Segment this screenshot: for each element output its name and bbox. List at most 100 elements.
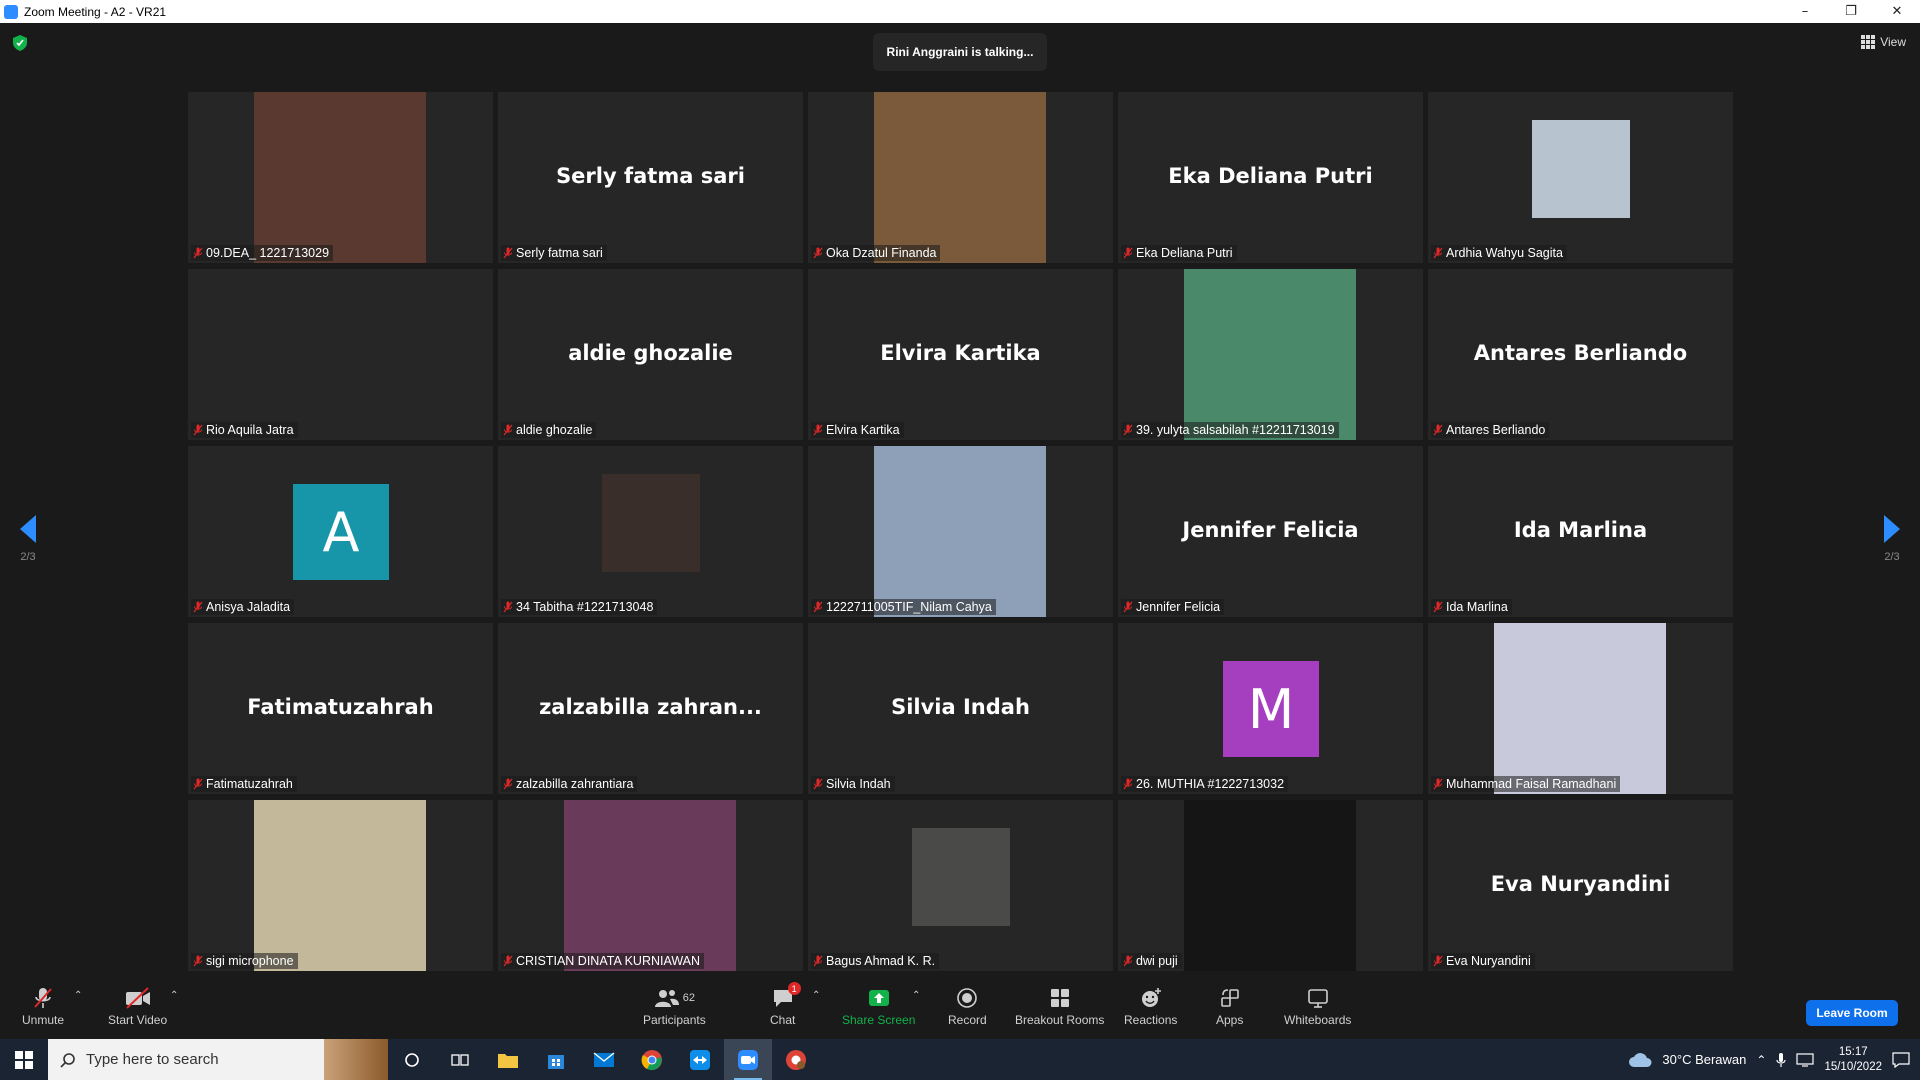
muted-microphone-icon [34, 988, 52, 1008]
weather-text[interactable]: 30°C Berawan [1662, 1052, 1746, 1067]
participant-tile[interactable]: Antares Berliando Antares Berliando [1428, 269, 1733, 440]
participant-name: aldie ghozalie [516, 423, 593, 437]
participant-tile[interactable]: 09.DEA_ 1221713029 [188, 92, 493, 263]
participant-name-label: CRISTIAN DINATA KURNIAWAN [501, 953, 705, 969]
breakout-rooms-button[interactable]: Breakout Rooms [1015, 986, 1104, 1027]
encryption-shield-icon[interactable] [13, 35, 27, 51]
close-button[interactable]: ✕ [1874, 0, 1920, 23]
participant-tile[interactable]: Ida Marlina Ida Marlina [1428, 446, 1733, 617]
muted-mic-icon [193, 778, 203, 790]
participant-tile[interactable]: CRISTIAN DINATA KURNIAWAN [498, 800, 803, 971]
view-button[interactable]: View [1861, 35, 1906, 49]
unmute-label: Unmute [22, 1013, 65, 1027]
zoom-app-icon [4, 4, 18, 19]
start-button[interactable] [0, 1039, 48, 1080]
muted-mic-icon [193, 955, 203, 967]
participant-tile[interactable]: Serly fatma sari Serly fatma sari [498, 92, 803, 263]
share-options-caret-icon[interactable]: ⌃ [912, 990, 920, 1001]
chat-label: Chat [770, 1013, 796, 1027]
mail-taskbar-icon[interactable] [580, 1039, 628, 1080]
participant-tile[interactable]: Eka Deliana Putri Eka Deliana Putri [1118, 92, 1423, 263]
participant-name: Eva Nuryandini [1446, 954, 1531, 968]
whiteboards-button[interactable]: Whiteboards [1284, 986, 1351, 1027]
next-page-button[interactable]: 2/3 [1872, 515, 1912, 563]
apps-button[interactable]: Apps [1216, 986, 1243, 1027]
audio-options-caret-icon[interactable]: ⌃ [74, 990, 82, 1001]
participant-tile[interactable]: zalzabilla zahran... zalzabilla zahrantia… [498, 623, 803, 794]
video-options-caret-icon[interactable]: ⌃ [170, 990, 178, 1001]
participant-name: Ardhia Wahyu Sagita [1446, 246, 1563, 260]
zoom-taskbar-icon[interactable] [724, 1039, 772, 1080]
participant-tile[interactable]: dwi puji [1118, 800, 1423, 971]
leave-room-button[interactable]: Leave Room [1806, 1000, 1898, 1026]
participant-name: 1222711005TIF_Nilam Cahya [826, 600, 992, 614]
cortana-button[interactable] [388, 1039, 436, 1080]
chat-button[interactable]: 1 Chat [770, 982, 801, 1027]
system-tray: 30°C Berawan ⌃ 15:17 15/10/2022 [1628, 1045, 1920, 1075]
participant-tile[interactable]: Rio Aquila Jatra [188, 269, 493, 440]
participant-name: 39. yulyta salsabilah #12211713019 [1136, 423, 1335, 437]
chrome-profile-taskbar-icon[interactable] [772, 1039, 820, 1080]
participant-tile[interactable]: M 26. MUTHIA #1222713032 [1118, 623, 1423, 794]
video-off-icon [125, 987, 150, 1009]
whiteboard-icon [1307, 989, 1328, 1008]
participant-tile[interactable]: Elvira Kartika Elvira Kartika [808, 269, 1113, 440]
record-button[interactable]: Record [948, 986, 987, 1027]
participant-display-name: Serly fatma sari [556, 164, 745, 188]
participant-tile[interactable]: Bagus Ahmad K. R. [808, 800, 1113, 971]
clock-time: 15:17 [1838, 1045, 1868, 1058]
participant-tile[interactable]: Silvia Indah Silvia Indah [808, 623, 1113, 794]
tray-microphone-icon[interactable] [1776, 1052, 1787, 1068]
meeting-area: Rini Anggraini is talking... View 2/3 2/… [0, 23, 1920, 980]
reactions-button[interactable]: Reactions [1124, 986, 1177, 1027]
start-video-button[interactable]: Start Video [108, 986, 167, 1027]
participants-button[interactable]: 62 Participants [643, 986, 706, 1027]
participant-tile[interactable]: 34 Tabitha #1221713048 [498, 446, 803, 617]
participant-tile[interactable]: 1222711005TIF_Nilam Cahya [808, 446, 1113, 617]
muted-mic-icon [813, 424, 823, 436]
page-indicator-left: 2/3 [20, 551, 36, 563]
store-icon [548, 1054, 564, 1069]
muted-mic-icon [503, 247, 513, 259]
previous-page-button[interactable]: 2/3 [8, 515, 48, 563]
participant-name: zalzabilla zahrantiara [516, 777, 634, 791]
participant-tile[interactable]: 39. yulyta salsabilah #12211713019 [1118, 269, 1423, 440]
taskbar-search-box[interactable]: Type here to search [48, 1039, 388, 1080]
participant-name-label: Eva Nuryandini [1431, 953, 1535, 969]
teamviewer-taskbar-icon[interactable] [676, 1039, 724, 1080]
chrome-taskbar-icon[interactable] [628, 1039, 676, 1080]
task-view-button[interactable] [436, 1039, 484, 1080]
participant-display-name: Eva Nuryandini [1490, 872, 1671, 896]
notifications-icon[interactable] [1892, 1051, 1910, 1068]
minimize-button[interactable]: – [1782, 0, 1828, 23]
participant-name-label: aldie ghozalie [501, 422, 597, 438]
participant-profile-picture [912, 828, 1010, 926]
participant-name: Eka Deliana Putri [1136, 246, 1233, 260]
muted-mic-icon [503, 424, 513, 436]
participant-tile[interactable]: A Anisya Jaladita [188, 446, 493, 617]
participant-name-label: 1222711005TIF_Nilam Cahya [811, 599, 996, 615]
taskbar-clock[interactable]: 15:17 15/10/2022 [1824, 1045, 1882, 1075]
unmute-button[interactable]: Unmute [22, 986, 64, 1027]
restore-button[interactable]: ❐ [1828, 0, 1874, 23]
store-taskbar-icon[interactable] [532, 1039, 580, 1080]
participant-tile[interactable]: Eva Nuryandini Eva Nuryandini [1428, 800, 1733, 971]
participant-tile[interactable]: Ardhia Wahyu Sagita [1428, 92, 1733, 263]
network-icon[interactable] [1796, 1052, 1815, 1067]
file-explorer-taskbar-icon[interactable] [484, 1039, 532, 1080]
mail-icon [593, 1051, 615, 1067]
chat-options-caret-icon[interactable]: ⌃ [812, 990, 820, 1001]
participant-video [254, 800, 426, 971]
participant-tile[interactable]: Oka Dzatul Finanda [808, 92, 1113, 263]
participant-tile[interactable]: Jennifer Felicia Jennifer Felicia [1118, 446, 1423, 617]
talking-indicator: Rini Anggraini is talking... [873, 33, 1047, 71]
participant-name-label: dwi puji [1121, 953, 1182, 969]
participant-tile[interactable]: Muhammad Faisal Ramadhani [1428, 623, 1733, 794]
muted-mic-icon [503, 955, 513, 967]
share-screen-button[interactable]: Share Screen [842, 986, 915, 1027]
participant-tile[interactable]: aldie ghozalie aldie ghozalie [498, 269, 803, 440]
participant-tile[interactable]: sigi microphone [188, 800, 493, 971]
show-hidden-icons-caret-icon[interactable]: ⌃ [1756, 1053, 1766, 1067]
participants-icon [654, 990, 679, 1007]
participant-tile[interactable]: Fatimatuzahrah Fatimatuzahrah [188, 623, 493, 794]
